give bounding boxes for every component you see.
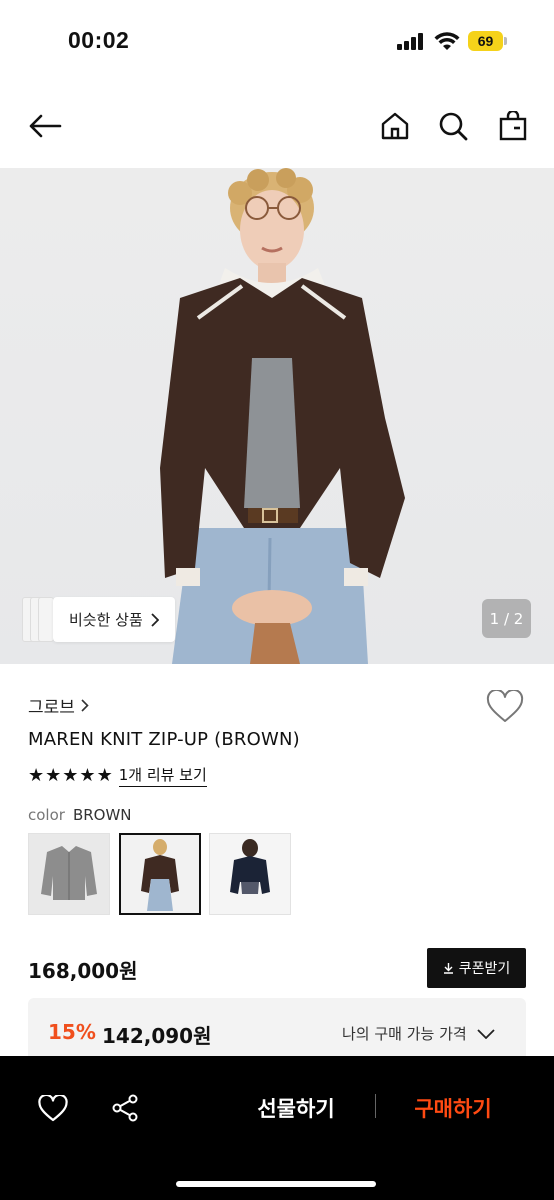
product-image-gallery[interactable]: 비슷한 상품 1 / 2 <box>0 168 554 664</box>
back-button[interactable] <box>25 96 65 156</box>
color-swatch-navy[interactable] <box>209 833 291 915</box>
status-time: 00:02 <box>68 27 130 53</box>
navy-jacket-thumb <box>230 839 270 894</box>
similar-products-button[interactable]: 비슷한 상품 <box>53 597 175 642</box>
my-price-toggle[interactable]: 나의 구매 가능 가격 <box>342 1023 495 1044</box>
arrow-left-icon <box>29 114 62 138</box>
search-button[interactable] <box>433 96 473 156</box>
star-icon: ★ <box>96 765 113 786</box>
star-icon: ★ <box>45 765 62 786</box>
bottom-action-bar: 선물하기 구매하기 <box>0 1056 554 1200</box>
product-name: MAREN KNIT ZIP-UP (BROWN) <box>28 729 300 750</box>
brand-link[interactable]: 그로브 <box>28 693 89 718</box>
signal-icon <box>397 33 427 50</box>
my-price-label: 나의 구매 가능 가격 <box>342 1025 467 1043</box>
heart-icon <box>38 1094 68 1121</box>
top-nav <box>0 96 554 156</box>
discount-price: 142,090원 <box>102 1024 212 1048</box>
share-button[interactable] <box>103 1086 147 1130</box>
discount-percent: 15% <box>48 1020 96 1044</box>
buy-button[interactable]: 구매하기 <box>393 1086 513 1130</box>
status-bar: 00:02 69 <box>0 0 554 84</box>
color-value: BROWN <box>72 806 132 824</box>
download-icon <box>443 963 453 974</box>
home-indicator <box>176 1181 376 1187</box>
rating-stars: ★ ★ ★ ★ ★ <box>28 765 113 786</box>
color-swatch-grey[interactable] <box>28 833 110 915</box>
bottom-wishlist-button[interactable] <box>31 1086 75 1130</box>
star-icon: ★ <box>62 765 79 786</box>
divider <box>375 1094 376 1118</box>
chevron-right-icon <box>81 699 89 712</box>
similar-products-label: 비슷한 상품 <box>69 611 143 629</box>
search-icon <box>439 112 468 141</box>
original-price: 168,000원 <box>28 959 138 983</box>
brand-name: 그로브 <box>28 698 75 718</box>
coupon-button[interactable]: 쿠폰받기 <box>427 948 526 988</box>
brown-jacket-thumb <box>141 839 179 911</box>
review-link[interactable]: 1개 리뷰 보기 <box>118 764 207 787</box>
star-icon: ★ <box>28 765 45 786</box>
battery-icon: 69 <box>468 31 508 51</box>
chevron-right-icon <box>151 612 159 627</box>
rating-row: ★ ★ ★ ★ ★ 1개 리뷰 보기 <box>28 764 207 787</box>
star-icon: ★ <box>79 765 96 786</box>
chevron-down-icon <box>477 1028 495 1039</box>
grey-jacket-thumb <box>41 846 97 900</box>
cart-button[interactable] <box>493 96 533 156</box>
gift-button[interactable]: 선물하기 <box>236 1086 356 1130</box>
wishlist-button[interactable] <box>486 688 526 728</box>
home-button[interactable] <box>375 96 415 156</box>
color-row: color BROWN <box>28 806 132 824</box>
heart-icon <box>486 688 524 722</box>
product-photo <box>160 168 405 664</box>
battery-level: 69 <box>477 33 494 49</box>
color-label: color <box>28 806 65 824</box>
color-swatch-brown[interactable] <box>119 833 201 915</box>
shopping-bag-icon <box>499 111 527 141</box>
share-icon <box>112 1094 138 1122</box>
home-icon <box>381 112 409 140</box>
coupon-label: 쿠폰받기 <box>458 961 511 977</box>
wifi-icon <box>434 31 460 51</box>
page-indicator: 1 / 2 <box>482 599 531 638</box>
